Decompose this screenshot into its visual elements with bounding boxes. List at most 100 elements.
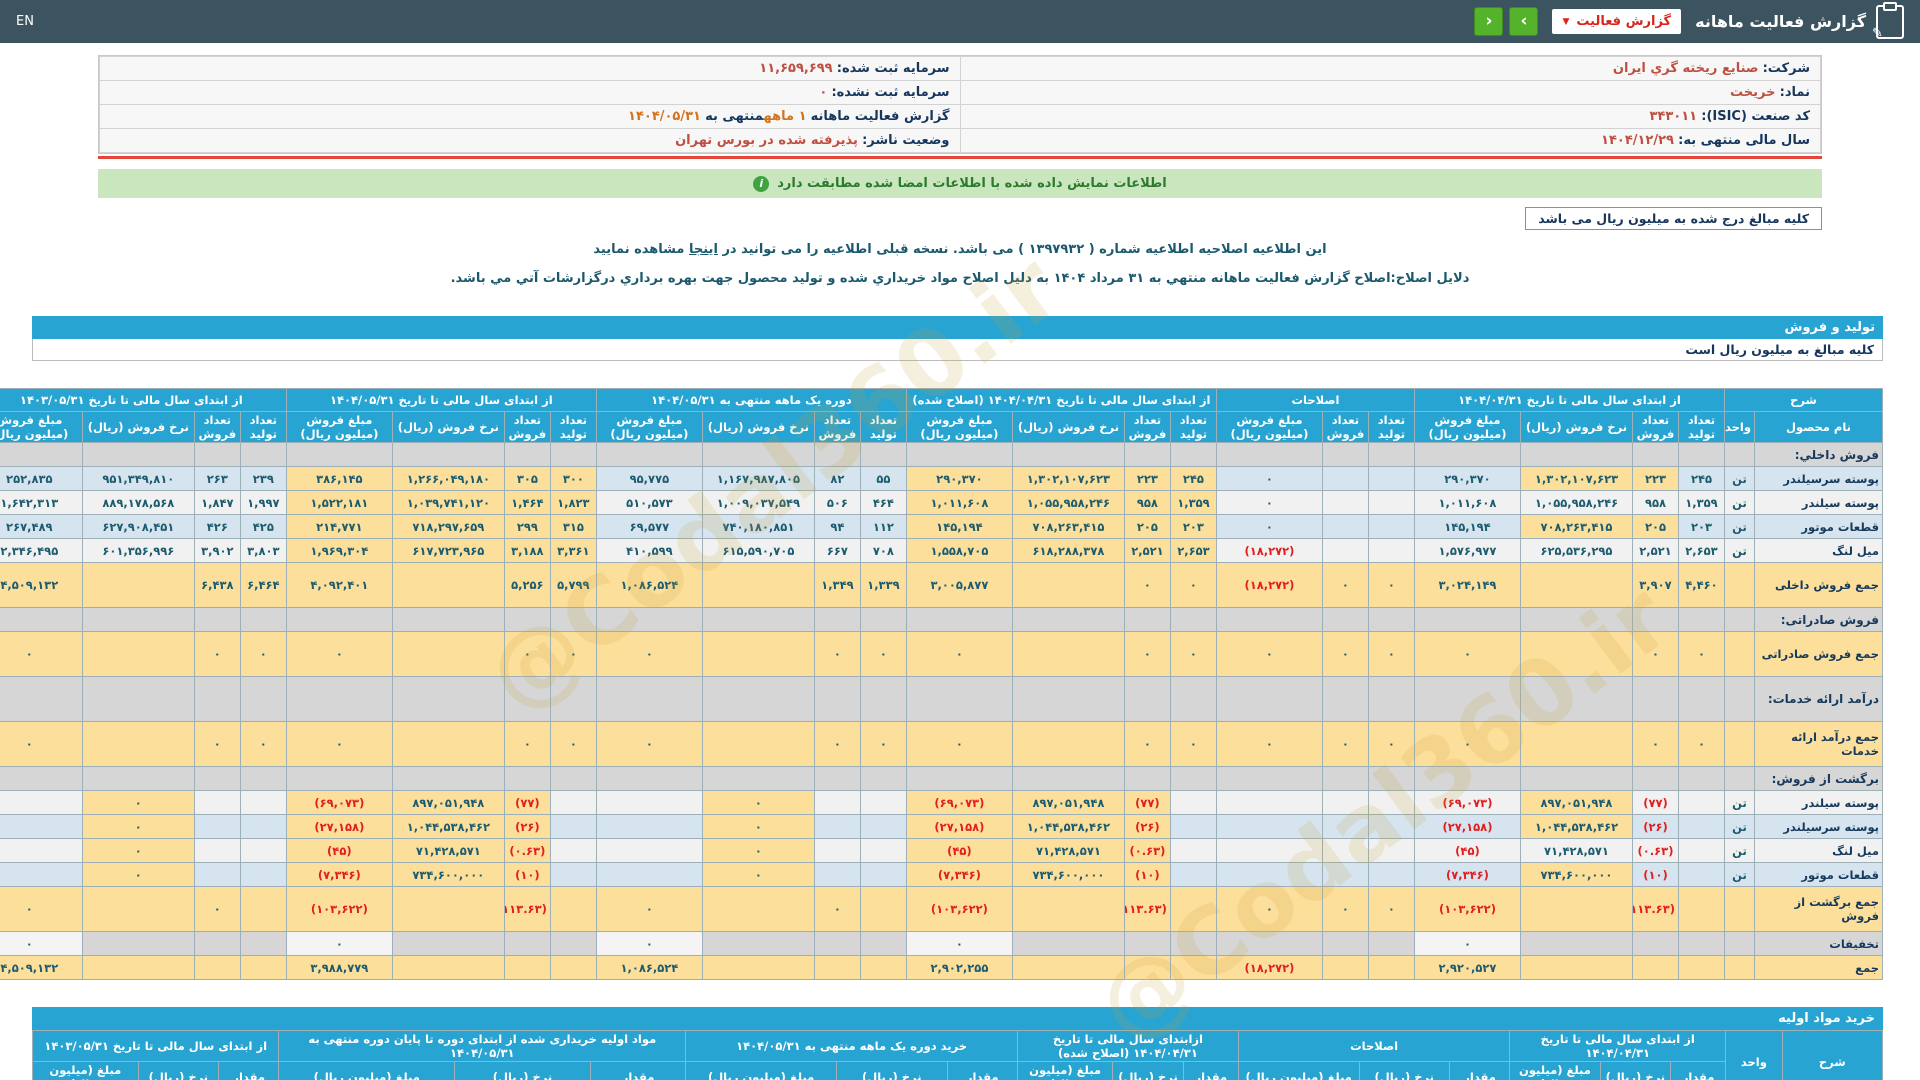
column-header: مقدار: [1182, 1061, 1239, 1080]
value-cell: [813, 766, 861, 791]
amounts-unit-note: کلیه مبالغ درج شده به میلیون ریال می باش…: [1525, 207, 1822, 230]
value-cell: [701, 721, 815, 767]
value-cell: [1011, 607, 1125, 632]
value-cell: [549, 766, 597, 791]
value-cell: ۰: [1367, 886, 1415, 932]
value-cell: [1677, 955, 1725, 980]
value-cell: [859, 862, 907, 887]
value-cell: [81, 886, 195, 932]
value-cell: [1677, 607, 1725, 632]
amendment-text-middle: ) می باشد. نسخه قبلی اطلاعیه را می توانی…: [722, 242, 1025, 257]
column-header: مبلغ فروش (میلیون ریال): [285, 411, 393, 443]
value-cell: ۱,۰۴۴,۵۳۸,۴۶۲: [1011, 814, 1125, 839]
value-cell: [1321, 490, 1369, 515]
column-header: مبلغ (میلیون ریال): [278, 1061, 456, 1080]
value-cell: ۲۳۹: [239, 466, 287, 491]
value-cell: [1169, 862, 1217, 887]
value-cell: ۷۱۸,۲۹۷,۶۵۹: [391, 514, 505, 539]
value-cell: (۱۰۳,۶۲۲): [285, 886, 393, 932]
previous-version-link[interactable]: اینجا: [689, 242, 718, 257]
value-cell: (۶۹,۰۷۳): [905, 790, 1013, 815]
report-type-label: گزارش فعالیت: [1576, 14, 1672, 29]
value-cell: ۰: [1321, 631, 1369, 677]
value-cell: [239, 886, 287, 932]
value-cell: ۰: [701, 838, 815, 863]
value-cell: [549, 442, 597, 467]
row-unit: [1723, 931, 1756, 956]
previous-report-button[interactable]: ‹: [1474, 7, 1504, 36]
value-cell: [1367, 955, 1415, 980]
value-cell: ۱,۰۵۵,۹۵۸,۲۴۶: [1519, 490, 1633, 515]
signature-match-text: اطلاعات نمایش داده شده با اطلاعات امضا ش…: [777, 176, 1167, 191]
column-header: مقدار: [589, 1061, 687, 1080]
value-cell: [1367, 607, 1415, 632]
row-unit: [1723, 721, 1756, 767]
value-cell: [193, 766, 241, 791]
value-cell: [1169, 607, 1217, 632]
value-cell: ۰: [1215, 886, 1323, 932]
value-cell: [1011, 676, 1125, 722]
next-report-button[interactable]: ›: [1509, 7, 1539, 36]
value-cell: ۱,۵۵۸,۷۰۵: [905, 538, 1013, 563]
value-cell: ۱,۰۱۱,۶۰۸: [1413, 490, 1521, 515]
value-cell: [813, 814, 861, 839]
value-cell: ۰: [193, 721, 241, 767]
value-cell: [813, 862, 861, 887]
isic-label: کد صنعت (ISIC):: [1701, 109, 1810, 124]
unregistered-capital-value: ۰: [819, 85, 828, 100]
value-cell: ۱,۳۰۲,۱۰۷,۶۲۳: [1011, 466, 1125, 491]
value-cell: [193, 838, 241, 863]
value-cell: [1123, 442, 1171, 467]
value-cell: [859, 931, 907, 956]
value-cell: [239, 790, 287, 815]
column-group-header: واحد: [1725, 1030, 1783, 1080]
column-header: تعداد تولید: [239, 411, 287, 443]
value-cell: [1321, 442, 1369, 467]
column-header: تعداد تولید: [1677, 411, 1725, 443]
column-header: نرخ فروش (ریال): [701, 411, 815, 443]
value-cell: ۳,۳۶۱: [549, 538, 597, 563]
value-cell: [193, 931, 241, 956]
value-cell: [701, 631, 815, 677]
value-cell: ۰: [0, 721, 83, 767]
column-header: تعداد تولید: [1169, 411, 1217, 443]
value-cell: [1011, 562, 1125, 608]
value-cell: [1677, 862, 1725, 887]
value-cell: ۱,۰۵۵,۹۵۸,۲۴۶: [1011, 490, 1125, 515]
value-cell: ۰: [813, 631, 861, 677]
column-header: مبلغ فروش (میلیون ریال): [1215, 411, 1323, 443]
value-cell: ۴۶۴: [859, 490, 907, 515]
value-cell: ۱,۰۱۱,۶۰۸: [905, 490, 1013, 515]
value-cell: [1215, 931, 1323, 956]
row-name: جمع فروش صادراتی: [1754, 631, 1883, 677]
value-cell: ۳,۰۲۴,۱۴۹: [1413, 562, 1521, 608]
total-row: جمع برگشت از فروش(۱۱۳.۶۳)(۱۰۳,۶۲۲)۰۰۰(۱۱…: [0, 886, 1883, 932]
value-cell: [1215, 676, 1323, 722]
value-cell: [1519, 607, 1633, 632]
report-period-date: ۱۴۰۴/۰۵/۳۱: [628, 109, 701, 124]
value-cell: [81, 766, 195, 791]
value-cell: ۰: [1169, 562, 1217, 608]
value-cell: ۱,۹۶۹,۳۰۴: [285, 538, 393, 563]
value-cell: [813, 790, 861, 815]
company-value: صنایع ریخته گري ایران: [1612, 61, 1759, 76]
value-cell: ۰: [1321, 721, 1369, 767]
value-cell: [701, 676, 815, 722]
value-cell: (۱۸,۲۷۲): [1215, 562, 1323, 608]
table-row: پوسته سیلندر تن (۷۷) ۸۹۷,۰۵۱,۹۴۸ (۶۹,۰۷۳) (۷۷…: [0, 790, 1883, 815]
value-cell: ۰: [859, 631, 907, 677]
value-cell: ۷۰۸,۲۶۳,۴۱۵: [1011, 514, 1125, 539]
report-type-dropdown[interactable]: گزارش فعالیت ▼: [1552, 9, 1682, 34]
value-cell: [1519, 721, 1633, 767]
value-cell: ۰: [1215, 721, 1323, 767]
value-cell: ۸۲: [813, 466, 861, 491]
value-cell: [1169, 790, 1217, 815]
value-cell: [503, 931, 551, 956]
value-cell: [1169, 814, 1217, 839]
value-cell: (۰.۶۳): [503, 838, 551, 863]
table-row: قطعات موتور تن (۱۰) ۷۳۴,۶۰۰,۰۰۰ (۷,۳۴۶) (۱۰) ۷…: [0, 862, 1883, 887]
value-cell: ۲۹۰,۳۷۰: [905, 466, 1013, 491]
value-cell: [1011, 886, 1125, 932]
value-cell: ۰: [1321, 886, 1369, 932]
language-switch-en[interactable]: EN: [16, 14, 34, 29]
